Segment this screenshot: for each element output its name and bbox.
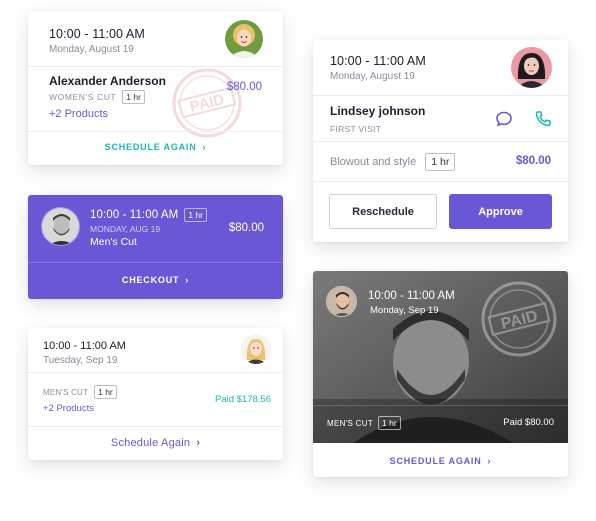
divider (313, 141, 568, 142)
appointment-card-2: 10:00 - 11:00 AM Monday, August 19 Linds… (313, 40, 568, 242)
client-name[interactable]: Lindsey johnson (330, 104, 425, 118)
service-name: MEN'S CUT (327, 418, 374, 428)
approve-button[interactable]: Approve (449, 194, 552, 229)
service-name: MEN'S CUT (43, 387, 89, 397)
checkout-label: CHECKOUT (121, 275, 180, 285)
appointment-time: 10:00 - 11:00 AM (330, 54, 426, 68)
message-icon[interactable] (495, 110, 513, 128)
schedule-again-button[interactable]: SCHEDULE AGAIN › (28, 142, 283, 152)
divider (28, 66, 283, 67)
divider (28, 262, 283, 263)
service-name: Men's Cut (90, 236, 137, 248)
client-avatar[interactable] (326, 286, 357, 317)
service-name: WOMEN'S CUT (49, 92, 117, 102)
chevron-right-icon: › (196, 437, 201, 449)
service-name: Blowout and style (330, 156, 417, 168)
duration-badge: 1 hr (378, 416, 401, 430)
chevron-right-icon: › (202, 142, 207, 152)
appointment-time: 10:00 - 11:00 AM (49, 27, 145, 41)
divider (28, 426, 283, 427)
duration-badge: 1 hr (184, 208, 207, 222)
appointment-card-5: 10:00 - 11:00 AM Monday, Sep 19 PAID MEN… (313, 271, 568, 477)
paid-amount: Paid $178.56 (215, 394, 271, 405)
reschedule-button[interactable]: Reschedule (329, 194, 437, 229)
appointment-time: 10:00 - 11:00 AM (368, 290, 455, 302)
divider (28, 131, 283, 132)
chevron-right-icon: › (487, 456, 492, 466)
visit-type: FIRST VISIT (330, 124, 382, 134)
paid-stamp-icon: PAID (481, 281, 557, 357)
appointment-card-1: 10:00 - 11:00 AM Monday, August 19 PAID … (28, 11, 283, 165)
client-avatar[interactable] (241, 334, 271, 364)
appointment-date: MONDAY, AUG 19 (90, 224, 161, 234)
schedule-again-label: SCHEDULE AGAIN (389, 456, 482, 466)
paid-stamp-icon: PAID (172, 68, 242, 138)
chevron-right-icon: › (185, 275, 190, 285)
price: $80.00 (226, 81, 262, 93)
appointment-date: Monday, Sep 19 (370, 305, 439, 316)
appointment-time: 10:00 - 11:00 AM (43, 340, 126, 352)
client-name[interactable]: Alexander Anderson (49, 74, 166, 88)
reschedule-label: Reschedule (352, 205, 414, 218)
client-avatar[interactable] (511, 47, 552, 88)
appointment-card-4: 10:00 - 11:00 AM Tuesday, Sep 19 MEN'S C… (28, 328, 283, 460)
divider (313, 405, 568, 406)
stamp-text: PAID (499, 308, 539, 333)
duration-badge: 1 hr (94, 385, 117, 399)
appointment-date: Monday, August 19 (49, 44, 134, 55)
divider (313, 181, 568, 182)
divider (313, 95, 568, 96)
paid-amount: Paid $80.00 (503, 417, 554, 428)
phone-icon[interactable] (534, 110, 552, 128)
stamp-text: PAID (188, 91, 226, 116)
duration-badge: 1 hr (425, 153, 456, 171)
schedule-again-button[interactable]: SCHEDULE AGAIN › (313, 456, 568, 466)
price: $80.00 (515, 155, 551, 167)
schedule-again-label: Schedule Again (110, 437, 191, 449)
checkout-button[interactable]: CHECKOUT › (28, 275, 283, 285)
more-products-link[interactable]: +2 Products (43, 403, 94, 414)
divider (28, 372, 283, 373)
appointment-date: Tuesday, Sep 19 (43, 355, 118, 366)
approve-label: Approve (478, 205, 523, 218)
schedule-again-label: SCHEDULE AGAIN (104, 142, 197, 152)
schedule-again-button[interactable]: Schedule Again › (28, 437, 283, 449)
appointment-time: 10:00 - 11:00 AM (90, 209, 179, 221)
client-avatar[interactable] (225, 20, 263, 58)
duration-badge: 1 hr (122, 90, 145, 104)
appointment-date: Monday, August 19 (330, 71, 415, 82)
price: $80.00 (228, 222, 264, 234)
more-products-link[interactable]: +2 Products (49, 108, 108, 120)
appointment-card-3: 10:00 - 11:00 AM 1 hr MONDAY, AUG 19 Men… (28, 195, 283, 299)
client-avatar[interactable] (41, 207, 80, 246)
